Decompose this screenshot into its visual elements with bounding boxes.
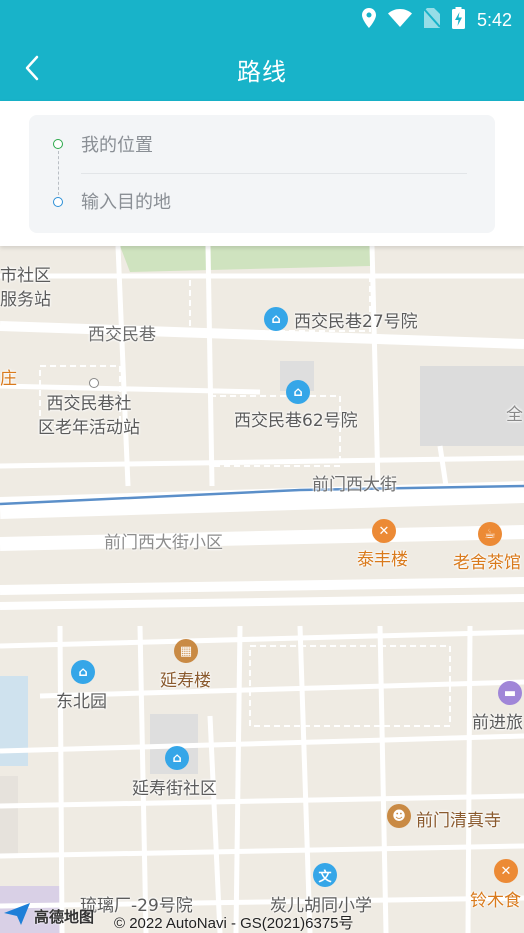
no-sim-icon xyxy=(423,8,441,32)
destination-dot-icon xyxy=(53,197,63,207)
map-label-xijiao-27[interactable]: 西交民巷27号院 xyxy=(294,307,418,332)
cafe-icon: ☕ xyxy=(478,522,502,546)
battery-charging-icon xyxy=(451,7,465,33)
map-label-qianmen-mosque[interactable]: 前门清真寺 xyxy=(416,806,501,831)
map-label-community-service: 市社区 服务站 xyxy=(0,266,51,310)
restaurant-icon: ✕ xyxy=(372,519,396,543)
route-panel: 我的位置 输入目的地 xyxy=(0,101,524,246)
map-label-yanshoulou[interactable]: 延寿楼 xyxy=(160,666,211,691)
map-label-qianjin[interactable]: 前进旅 xyxy=(472,708,523,733)
map-view[interactable]: 市社区 服务站 西交民巷 ⌂ 西交民巷27号院 庄 西交民巷社 区老年活动站 ⌂… xyxy=(0,246,524,933)
bank-icon: ⌂ xyxy=(264,307,288,331)
map-label-elderly-center[interactable]: 西交民巷社 区老年活动站 xyxy=(38,392,140,440)
map-label-xijiaominxiang-road: 西交民巷 xyxy=(88,325,156,345)
school-icon: 文 xyxy=(313,863,337,887)
mosque-icon: ☻ xyxy=(387,804,411,828)
route-connector xyxy=(58,151,59,195)
app-bar: 路线 xyxy=(0,38,524,101)
route-card: 我的位置 输入目的地 xyxy=(29,115,495,233)
map-copyright: © 2022 AutoNavi - GS(2021)6375号 xyxy=(114,915,354,932)
map-label-zhuang: 庄 xyxy=(0,369,17,389)
map-label-yanshoujie-community[interactable]: 延寿街社区 xyxy=(132,774,217,799)
bank-icon: ⌂ xyxy=(165,746,189,770)
building-icon: ▦ xyxy=(174,639,198,663)
map-label-qianmen-west-community: 前门西大街小区 xyxy=(104,533,223,553)
route-divider xyxy=(81,173,467,174)
origin-dot-icon xyxy=(53,139,63,149)
location-icon xyxy=(361,8,376,32)
map-label-xijiao-62[interactable]: 西交民巷62号院 xyxy=(234,406,358,431)
map-label-qianmen-west-street: 前门西大街 xyxy=(312,475,397,495)
poi-dot-icon xyxy=(89,378,99,388)
amap-logo: 高德地图 xyxy=(4,903,94,929)
bank-icon: ⌂ xyxy=(71,660,95,684)
restaurant-icon: ✕ xyxy=(494,859,518,883)
map-label-lingmu[interactable]: 铃木食 xyxy=(470,886,521,911)
wifi-icon xyxy=(387,9,412,31)
destination-field[interactable]: 输入目的地 xyxy=(81,181,461,221)
map-label-quan: 全 xyxy=(506,405,523,425)
navigation-arrow-icon xyxy=(4,903,30,929)
origin-field[interactable]: 我的位置 xyxy=(81,124,461,164)
status-icons: 5:42 xyxy=(361,7,512,33)
map-label-laoshe-teahouse[interactable]: 老舍茶馆 xyxy=(453,548,521,573)
map-label-dongbeiyuan[interactable]: 东北园 xyxy=(56,687,107,712)
map-label-taifenglou[interactable]: 泰丰楼 xyxy=(357,545,408,570)
amap-logo-text: 高德地图 xyxy=(34,907,95,926)
bank-icon: ⌂ xyxy=(286,380,310,404)
hotel-icon: ▬ xyxy=(498,681,522,705)
status-time: 5:42 xyxy=(476,9,512,30)
status-bar: 5:42 xyxy=(0,0,524,38)
page-title: 路线 xyxy=(237,58,287,86)
